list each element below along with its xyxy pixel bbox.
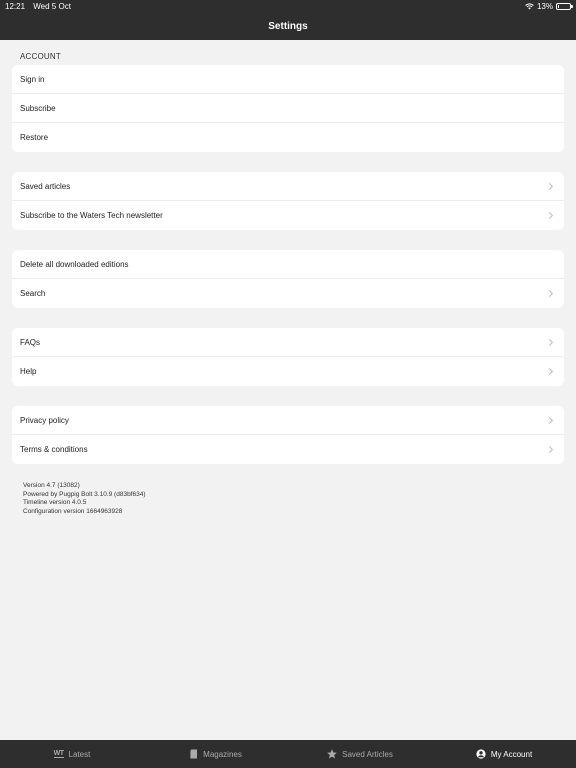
row-label: Subscribe (20, 103, 56, 113)
tab-label: Latest (68, 749, 91, 759)
section-header-account: ACCOUNT (20, 52, 61, 61)
chevron-right-icon (545, 338, 554, 346)
saved-articles-row[interactable]: Saved articles (12, 172, 564, 201)
chevron-right-icon (545, 367, 554, 376)
chevron-right-icon (545, 289, 554, 298)
row-label: Saved articles (20, 181, 71, 191)
version-line: Version 4.7 (13082) (23, 482, 80, 489)
version-info: Version 4.7 (13082) Powered by Pugpig Bo… (0, 464, 576, 534)
tab-label: My Account (490, 749, 533, 759)
status-left: 12:21 Wed 5 Oct (5, 2, 77, 11)
chevron-right-icon (545, 182, 554, 190)
status-right: 13% (525, 1, 573, 11)
row-label: Sign in (20, 74, 45, 84)
row-label: Subscribe to the Waters Tech newsletter (20, 211, 163, 220)
chevron-right-icon (545, 416, 554, 424)
tab-magazines[interactable]: Magazines (144, 749, 288, 759)
row-label: Restore (20, 133, 49, 142)
row-label: Privacy policy (20, 415, 69, 425)
newsletter-row[interactable]: Subscribe to the Waters Tech newsletter (12, 201, 564, 230)
settings-content: ACCOUNT Sign in Subscribe Restore Saved … (0, 40, 576, 534)
chevron-right-icon (545, 445, 554, 454)
faqs-row[interactable]: FAQs (12, 328, 564, 357)
nav-bar: Settings (0, 12, 576, 40)
battery-fill (558, 4, 560, 8)
status-date: Wed 5 Oct (33, 1, 71, 11)
status-time: 12:21 (5, 1, 26, 11)
star-icon (327, 749, 337, 759)
tab-label: Saved Articles (342, 749, 393, 759)
search-row[interactable]: Search (12, 279, 564, 308)
magazine-icon (190, 749, 198, 759)
subscribe-row[interactable]: Subscribe (12, 94, 564, 123)
tab-saved-articles[interactable]: Saved Articles (288, 749, 432, 759)
chevron-right-icon (545, 211, 554, 220)
privacy-policy-row[interactable]: Privacy policy (12, 406, 564, 435)
tab-bar: WT Latest Magazines Saved Articles My Ac… (0, 740, 576, 768)
account-icon (476, 749, 486, 759)
powered-by-line: Powered by Pugpig Bolt 3.10.9 (d83bf634) (23, 490, 146, 498)
row-label: Delete all downloaded editions (20, 259, 129, 269)
config-version-line: Configuration version 1664963928 (23, 507, 123, 515)
help-row[interactable]: Help (12, 357, 564, 386)
timeline-version-line: Timeline version 4.0.5 (23, 499, 87, 506)
row-label: Terms & conditions (20, 445, 88, 454)
tab-my-account[interactable]: My Account (432, 749, 576, 759)
wifi-icon (525, 2, 534, 9)
status-bar: 12:21 Wed 5 Oct 13% (0, 0, 576, 12)
downloads-group: Delete all downloaded editions Search (12, 250, 564, 308)
legal-group: Privacy policy Terms & conditions (12, 406, 564, 464)
restore-row[interactable]: Restore (12, 123, 564, 152)
sign-in-row[interactable]: Sign in (12, 65, 564, 94)
wt-logo-icon: WT (53, 749, 64, 758)
battery-icon (556, 2, 573, 10)
terms-row[interactable]: Terms & conditions (12, 435, 564, 464)
tab-label: Magazines (203, 749, 242, 759)
battery-percent: 13% (536, 1, 553, 11)
page-title: Settings (268, 20, 308, 32)
row-label: Help (20, 367, 37, 376)
tab-latest[interactable]: WT Latest (0, 750, 144, 759)
row-label: Search (20, 289, 46, 298)
saved-group: Saved articles Subscribe to the Waters T… (12, 172, 564, 230)
row-label: FAQs (20, 337, 41, 347)
account-group: Sign in Subscribe Restore (12, 65, 564, 152)
delete-downloads-row[interactable]: Delete all downloaded editions (12, 250, 564, 279)
support-group: FAQs Help (12, 328, 564, 386)
